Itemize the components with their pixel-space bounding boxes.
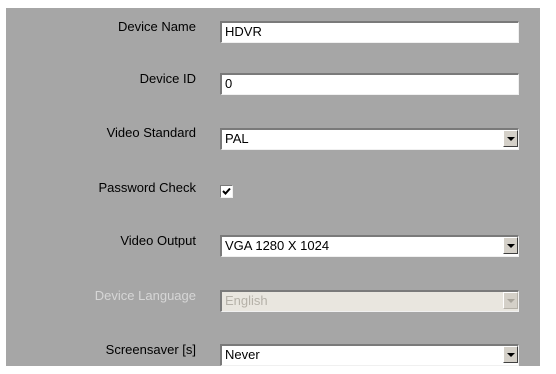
chevron-down-icon	[507, 137, 515, 141]
video-output-label: Video Output	[120, 233, 196, 248]
chevron-down-icon	[507, 244, 515, 248]
video-output-value: VGA 1280 X 1024	[225, 238, 330, 253]
chevron-down-icon	[507, 299, 515, 303]
device-id-input[interactable]: 0	[220, 73, 519, 95]
screensaver-dropdown-button[interactable]	[503, 346, 518, 363]
video-standard-value: PAL	[225, 131, 249, 146]
password-check-label: Password Check	[98, 180, 196, 195]
device-name-input[interactable]: HDVR	[220, 21, 519, 43]
device-language-select: English	[220, 290, 519, 312]
device-language-label: Device Language	[94, 288, 196, 303]
checkmark-icon	[222, 187, 231, 195]
device-id-label: Device ID	[139, 71, 196, 86]
screensaver-label: Screensaver [s]	[105, 342, 196, 357]
video-standard-dropdown-button[interactable]	[503, 130, 518, 147]
video-standard-label: Video Standard	[106, 125, 196, 140]
device-language-value: English	[225, 293, 268, 308]
screensaver-value: Never	[225, 347, 260, 362]
video-standard-select[interactable]: PAL	[220, 128, 519, 150]
password-check-checkbox[interactable]	[220, 185, 233, 198]
device-name-label: Device Name	[117, 19, 196, 34]
screensaver-select[interactable]: Never	[220, 344, 519, 366]
video-output-select[interactable]: VGA 1280 X 1024	[220, 235, 519, 257]
chevron-down-icon	[507, 353, 515, 357]
video-output-dropdown-button[interactable]	[503, 237, 518, 254]
settings-panel: Device Name HDVR Device ID 0 Video Stand…	[6, 8, 540, 366]
device-language-dropdown-button	[503, 292, 518, 309]
